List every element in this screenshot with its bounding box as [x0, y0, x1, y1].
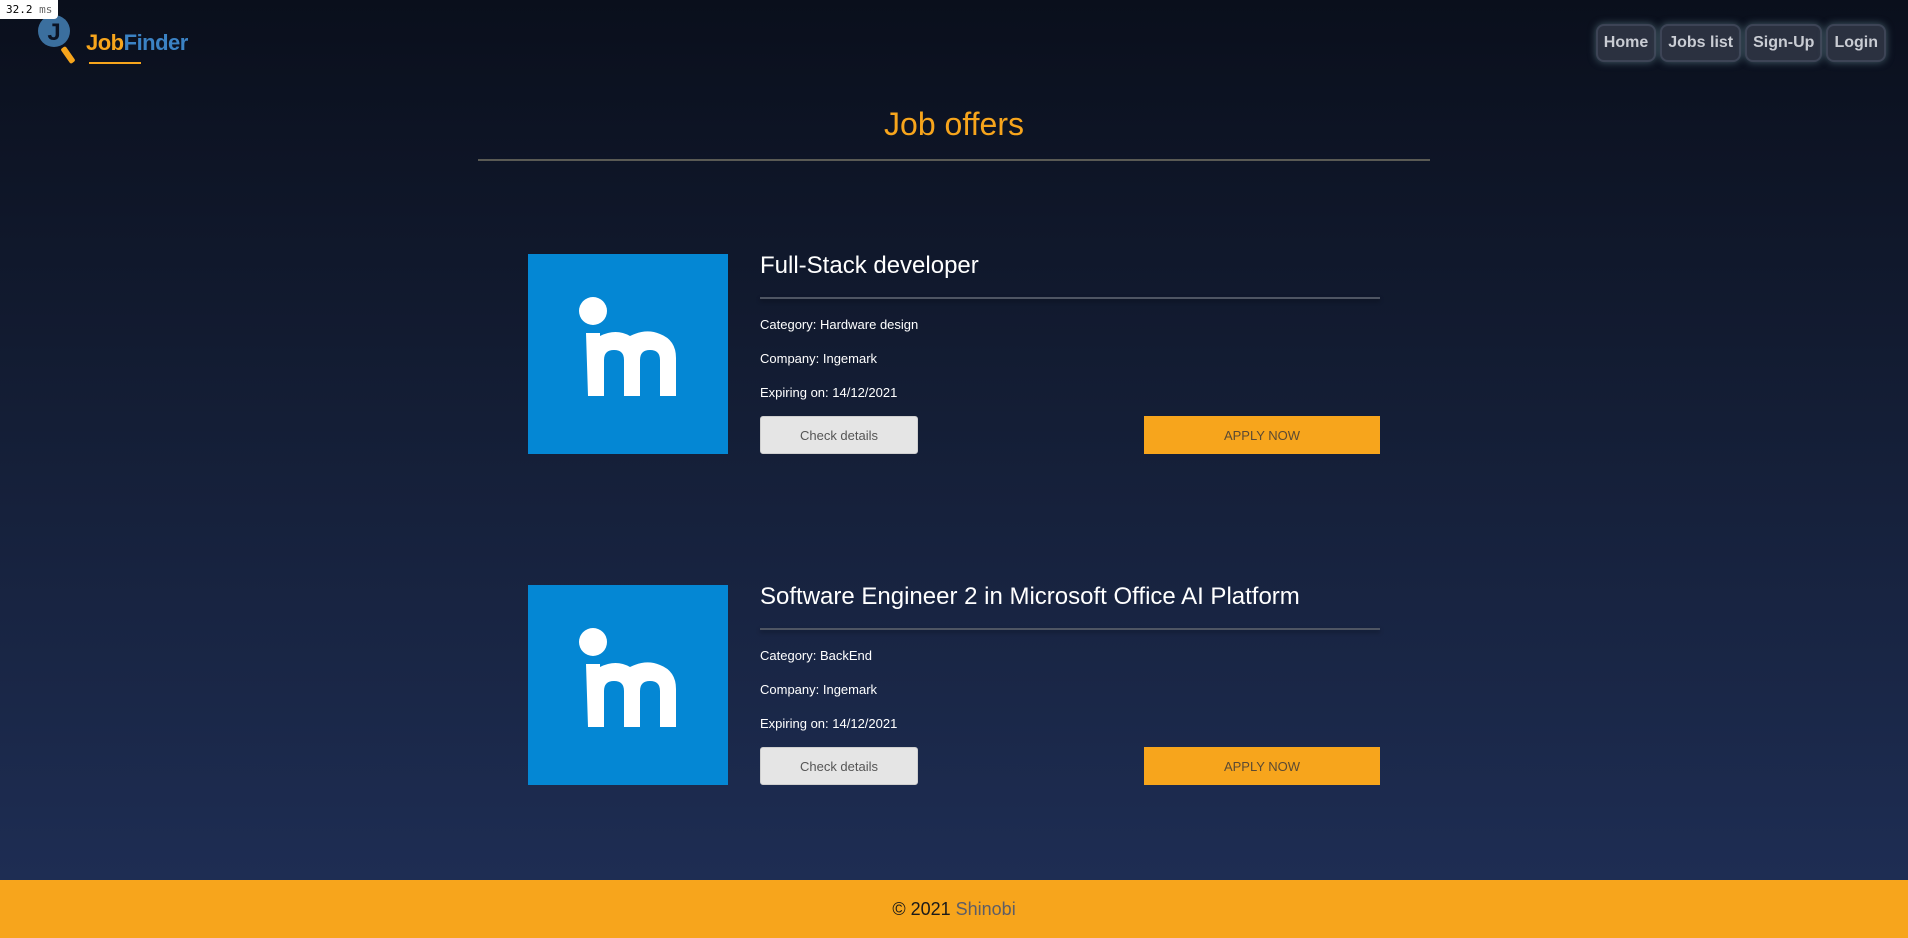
apply-now-button[interactable]: APPLY NOW	[1144, 747, 1380, 785]
job-card-body: Full-Stack developer Category: Hardware …	[760, 254, 1380, 454]
job-card: Software Engineer 2 in Microsoft Office …	[528, 585, 1380, 785]
site-logo[interactable]: J JobFinder	[34, 14, 188, 66]
magnifier-j-icon: J	[34, 14, 82, 66]
job-company: Company: Ingemark	[760, 682, 878, 697]
job-title-divider	[760, 628, 1380, 630]
job-card: Full-Stack developer Category: Hardware …	[528, 254, 1380, 454]
site-footer: © 2021 Shinobi	[0, 880, 1908, 938]
ingemark-logo-icon	[528, 254, 728, 454]
logo-text-finder: Finder	[123, 30, 189, 55]
logo-underline	[89, 62, 141, 64]
check-details-button[interactable]: Check details	[760, 416, 918, 454]
nav-login-button[interactable]: Login	[1826, 24, 1886, 62]
nav-jobs-list-button[interactable]: Jobs list	[1660, 24, 1742, 62]
job-title-divider	[760, 297, 1380, 299]
job-expiry: Expiring on: 14/12/2021	[760, 716, 898, 731]
nav-home-button[interactable]: Home	[1595, 24, 1657, 62]
footer-copyright: © 2021	[892, 899, 951, 919]
job-category: Category: BackEnd	[760, 648, 873, 663]
check-details-button[interactable]: Check details	[760, 747, 918, 785]
ingemark-logo-icon	[528, 585, 728, 785]
perf-timer-unit: ms	[39, 3, 53, 16]
svg-text:J: J	[47, 19, 60, 46]
page-title: Job offers	[884, 106, 1024, 142]
job-category: Category: Hardware design	[760, 317, 919, 332]
nav-sign-up-button[interactable]: Sign-Up	[1745, 24, 1823, 62]
perf-timer-badge: 32.2 ms	[0, 0, 59, 19]
job-expiry: Expiring on: 14/12/2021	[760, 385, 898, 400]
job-title: Software Engineer 2 in Microsoft Office …	[760, 583, 1300, 610]
perf-timer-value: 32.2	[6, 3, 33, 16]
logo-text-job: Job	[86, 30, 124, 55]
logo-text: JobFinder	[86, 30, 189, 64]
job-card-body: Software Engineer 2 in Microsoft Office …	[760, 585, 1380, 785]
job-company: Company: Ingemark	[760, 351, 878, 366]
title-divider	[478, 159, 1430, 161]
footer-brand-link[interactable]: Shinobi	[956, 899, 1016, 919]
apply-now-button[interactable]: APPLY NOW	[1144, 416, 1380, 454]
main-nav: Home Jobs list Sign-Up Login	[1595, 24, 1886, 62]
job-title: Full-Stack developer	[760, 252, 979, 279]
